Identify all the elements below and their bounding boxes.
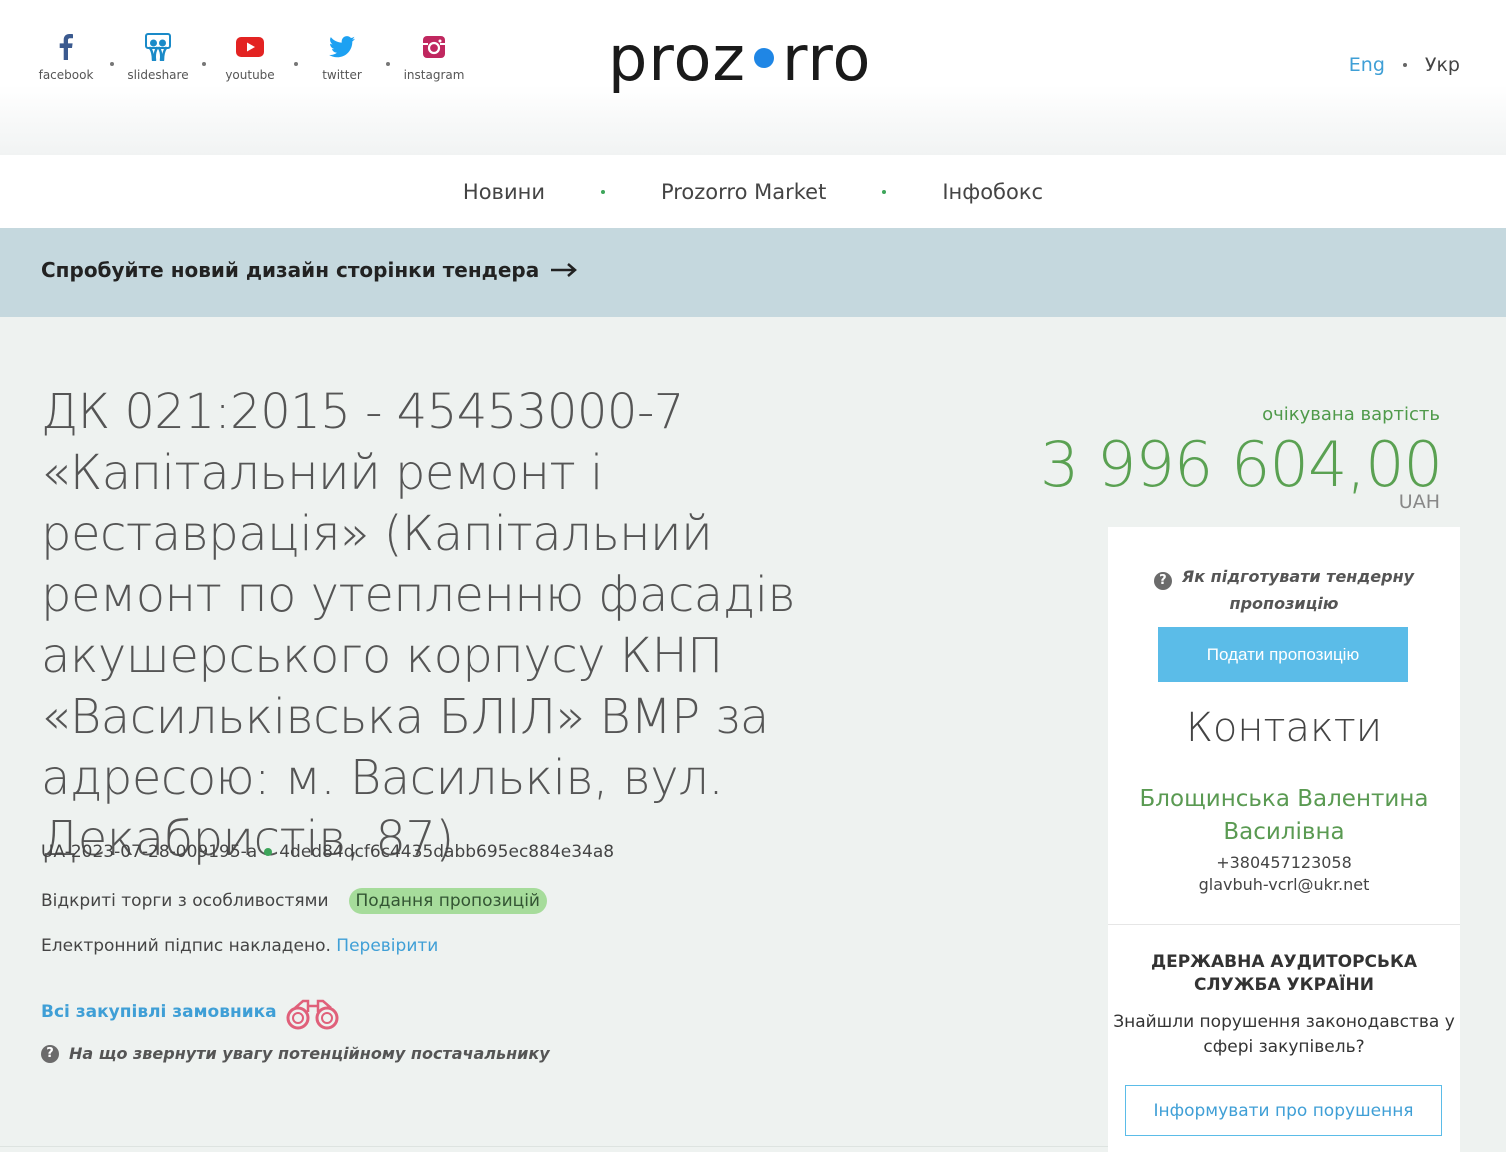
separator-dot	[600, 189, 605, 194]
twitter-icon	[329, 30, 355, 64]
language-switcher: Eng Укр	[1349, 54, 1460, 76]
separator-dot	[294, 62, 298, 66]
nav-item-infobox[interactable]: Інфобокс	[942, 180, 1043, 204]
separator-dot	[202, 62, 206, 66]
tender-id-row: UA-2023-07-28-009195-a 4ded84dcf6c4435da…	[41, 842, 614, 862]
separator-dot	[110, 62, 114, 66]
tender-title: ДК 021:2015 - 45453000-7 «Капітальний ре…	[41, 384, 796, 867]
procedure-type: Відкриті торги з особливостями	[41, 891, 329, 911]
youtube-icon	[236, 30, 264, 64]
lang-eng-link[interactable]: Eng	[1349, 54, 1385, 76]
tender-id: UA-2023-07-28-009195-a	[41, 842, 258, 862]
facebook-icon	[59, 30, 73, 64]
contact-email: glavbuh-vcrl@ukr.net	[1198, 875, 1370, 894]
banner-text: Спробуйте новий дизайн сторінки тендера	[41, 258, 540, 282]
new-design-banner: Спробуйте новий дизайн сторінки тендера	[0, 228, 1506, 317]
divider	[1108, 924, 1460, 925]
prozorro-logo[interactable]: proz rro	[608, 22, 871, 95]
procedure-row: Відкриті торги з особливостями Подання п…	[41, 888, 547, 914]
lang-ukr-link[interactable]: Укр	[1425, 54, 1460, 76]
expected-value-currency: UAH	[1398, 491, 1440, 513]
instagram-link[interactable]: instagram	[396, 30, 472, 82]
nav-item-news[interactable]: Новини	[463, 180, 545, 204]
separator-dot	[1402, 63, 1407, 67]
instagram-icon	[422, 30, 446, 64]
signature-text: Електронний підпис накладено.	[41, 936, 331, 956]
attention-text: На що звернути увагу потенційному постач…	[69, 1044, 550, 1063]
nav-item-market[interactable]: Prozorro Market	[661, 180, 826, 204]
youtube-link[interactable]: youtube	[212, 30, 288, 82]
signature-row: Електронний підпис накладено. Перевірити	[41, 936, 438, 956]
contacts-title: Контакти	[1185, 705, 1383, 751]
question-icon: ?	[1153, 571, 1172, 590]
signature-check-link[interactable]: Перевірити	[336, 936, 438, 956]
question-icon: ?	[41, 1044, 59, 1063]
divider	[0, 1146, 1108, 1147]
facebook-label: facebook	[38, 68, 94, 82]
arrow-right-icon	[551, 263, 578, 277]
expected-value-amount: 3 996 604,00	[1039, 428, 1443, 501]
slideshare-icon	[145, 30, 171, 64]
twitter-link[interactable]: twitter	[304, 30, 380, 82]
slideshare-link[interactable]: slideshare	[120, 30, 196, 82]
logo-text-right: rro	[781, 22, 872, 95]
contact-phone: +380457123058	[1216, 853, 1352, 872]
green-dot-icon	[264, 848, 273, 856]
new-design-link[interactable]: Спробуйте новий дизайн сторінки тендера	[41, 258, 578, 282]
all-purchases-link[interactable]: Всі закупівлі замовника	[41, 1002, 277, 1022]
status-badge: Подання пропозицій	[348, 888, 547, 914]
attention-link[interactable]: ? На що звернути увагу потенційному пост…	[41, 1044, 550, 1063]
expected-value-label: очікувана вартість	[1262, 404, 1440, 425]
report-violation-button[interactable]: Інформувати про порушення	[1125, 1085, 1442, 1136]
separator-dot	[386, 62, 390, 66]
main-nav: Новини Prozorro Market Інфобокс	[0, 155, 1506, 228]
audit-service-title: ДЕРЖАВНА АУДИТОРСЬКА СЛУЖБА УКРАЇНИ	[1150, 952, 1418, 995]
separator-dot	[882, 189, 887, 194]
slideshare-label: slideshare	[127, 68, 189, 82]
social-links: facebook slideshare youtube twitter inst…	[28, 30, 472, 82]
site-header: facebook slideshare youtube twitter inst…	[0, 0, 1506, 155]
youtube-label: youtube	[225, 68, 275, 82]
binoculars-icon[interactable]	[285, 998, 341, 1032]
instagram-label: instagram	[403, 68, 465, 82]
sidebar-card: ? Як підготувати тендерну пропозицію Пода…	[1108, 527, 1460, 1152]
twitter-label: twitter	[322, 68, 362, 82]
audit-service-text: Знайшли порушення законодавства у сфері …	[1113, 1012, 1455, 1057]
contact-name: Блощинська Валентина Василівна	[1139, 786, 1429, 845]
logo-dot-icon	[753, 48, 774, 68]
facebook-link[interactable]: facebook	[28, 30, 104, 82]
tender-hash: 4ded84dcf6c4435dabb695ec884e34a8	[279, 842, 615, 862]
logo-text-left: proz	[608, 22, 746, 95]
howto-text: Як підготувати тендерну пропозицію	[1181, 567, 1415, 613]
submit-proposal-button[interactable]: Подати пропозицію	[1158, 627, 1408, 682]
howto-link[interactable]: ? Як підготувати тендерну пропозицію	[1108, 563, 1460, 617]
